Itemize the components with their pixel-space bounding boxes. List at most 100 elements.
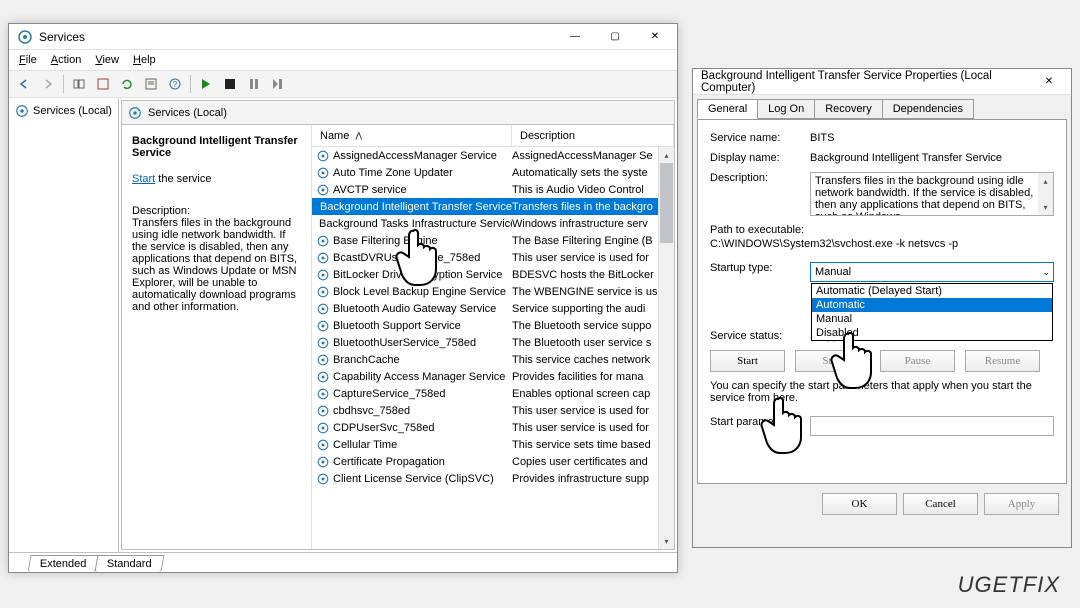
description-box[interactable]: Transfers files in the background using … — [810, 172, 1054, 216]
resume-button[interactable]: Resume — [965, 350, 1040, 372]
start-service-button[interactable] — [195, 73, 217, 95]
service-row[interactable]: AssignedAccessManager ServiceAssignedAcc… — [312, 147, 674, 164]
start-link[interactable]: Start — [132, 173, 155, 185]
gear-icon — [316, 302, 330, 316]
sort-icon: ⋀ — [355, 131, 362, 140]
service-row[interactable]: Bluetooth Audio Gateway Service Service s… — [312, 300, 674, 317]
minimize-button[interactable]: — — [555, 24, 595, 49]
service-row[interactable]: CDPUserSvc_758edThis user service is use… — [312, 419, 674, 436]
restart-service-button[interactable] — [267, 73, 289, 95]
gear-icon — [316, 421, 330, 435]
column-description[interactable]: Description — [512, 125, 674, 146]
dialog-close-button[interactable]: ✕ — [1029, 69, 1069, 94]
scroll-up-icon[interactable]: ▴ — [659, 147, 674, 163]
service-row[interactable]: cbdhsvc_758edThis user service is used f… — [312, 402, 674, 419]
service-row[interactable]: BluetoothUserService_758edThe Bluetooth … — [312, 334, 674, 351]
stop-button[interactable]: Stop — [795, 350, 870, 372]
path-value: C:\WINDOWS\System32\svchost.exe -k netsv… — [710, 238, 1054, 250]
column-name[interactable]: Name ⋀ — [312, 125, 512, 146]
gear-icon — [128, 106, 142, 120]
gear-icon — [316, 472, 330, 486]
service-row[interactable]: Base Filtering EngineThe Base Filtering … — [312, 232, 674, 249]
service-desc: Service supporting the audi — [512, 303, 674, 315]
tab-recovery[interactable]: Recovery — [814, 99, 882, 119]
services-icon — [17, 29, 33, 45]
help-button[interactable]: ? — [164, 73, 186, 95]
apply-button[interactable]: Apply — [984, 493, 1059, 515]
service-desc: The Bluetooth user service s — [512, 337, 674, 349]
gear-icon — [316, 268, 330, 282]
properties-dialog: Background Intelligent Transfer Service … — [692, 68, 1072, 548]
start-params-input[interactable] — [810, 416, 1054, 436]
service-row[interactable]: BitLocker Drive Encryption ServiceBDESVC… — [312, 266, 674, 283]
show-hide-button[interactable] — [68, 73, 90, 95]
gear-icon — [316, 387, 330, 401]
start-button[interactable]: Start — [710, 350, 785, 372]
service-name: Base Filtering Engine — [333, 235, 438, 247]
scroll-down-icon[interactable]: ▾ — [659, 533, 674, 549]
service-desc: The WBENGINE service is us — [512, 286, 674, 298]
service-row[interactable]: Client License Service (ClipSVC)Provides… — [312, 470, 674, 487]
tab-standard[interactable]: Standard — [95, 555, 165, 572]
export-button[interactable] — [92, 73, 114, 95]
pause-button[interactable]: Pause — [880, 350, 955, 372]
pane-header: Services (Local) — [122, 101, 674, 125]
maximize-button[interactable]: ▢ — [595, 24, 635, 49]
properties-button[interactable] — [140, 73, 162, 95]
service-name: CDPUserSvc_758ed — [333, 422, 435, 434]
refresh-button[interactable] — [116, 73, 138, 95]
option-disabled[interactable]: Disabled — [812, 326, 1052, 340]
service-desc: This service caches network — [512, 354, 674, 366]
service-row[interactable]: AVCTP serviceThis is Audio Video Control — [312, 181, 674, 198]
menu-file[interactable]: File — [13, 52, 43, 68]
gear-icon — [316, 319, 330, 333]
gear-icon — [316, 336, 330, 350]
service-row[interactable]: Auto Time Zone UpdaterAutomatically sets… — [312, 164, 674, 181]
service-desc: This user service is used for — [512, 405, 674, 417]
service-row[interactable]: Background Intelligent Transfer ServiceT… — [312, 198, 674, 215]
menu-help[interactable]: Help — [127, 52, 162, 68]
pause-service-button[interactable] — [243, 73, 265, 95]
close-button[interactable]: ✕ — [635, 24, 675, 49]
service-row[interactable]: Background Tasks Infrastructure ServiceW… — [312, 215, 674, 232]
ok-button[interactable]: OK — [822, 493, 897, 515]
menu-action[interactable]: Action — [45, 52, 88, 68]
tab-extended[interactable]: Extended — [28, 555, 99, 572]
service-row[interactable]: Bluetooth Support ServiceThe Bluetooth s… — [312, 317, 674, 334]
back-button[interactable] — [13, 73, 35, 95]
startup-type-combo[interactable]: Manual⌄ Automatic (Delayed Start) Automa… — [810, 262, 1054, 282]
tab-general[interactable]: General — [697, 99, 758, 119]
service-row[interactable]: Certificate PropagationCopies user certi… — [312, 453, 674, 470]
start-params-label: Start parameters: — [710, 416, 810, 436]
scroll-thumb[interactable] — [660, 163, 673, 243]
menu-view[interactable]: View — [89, 52, 125, 68]
forward-button[interactable] — [37, 73, 59, 95]
gear-icon — [316, 353, 330, 367]
service-row[interactable]: Cellular TimeThis service sets time base… — [312, 436, 674, 453]
option-manual[interactable]: Manual — [812, 312, 1052, 326]
service-row[interactable]: Capability Access Manager ServiceProvide… — [312, 368, 674, 385]
tab-logon[interactable]: Log On — [757, 99, 815, 119]
service-name: Bluetooth Audio Gateway Service — [333, 303, 496, 315]
gear-icon — [316, 166, 330, 180]
option-automatic-delayed[interactable]: Automatic (Delayed Start) — [812, 284, 1052, 298]
service-row[interactable]: Block Level Backup Engine ServiceThe WBE… — [312, 283, 674, 300]
service-desc: This is Audio Video Control — [512, 184, 674, 196]
titlebar: Services — ▢ ✕ — [9, 24, 677, 50]
stop-service-button[interactable] — [219, 73, 241, 95]
service-row[interactable]: BranchCacheThis service caches network — [312, 351, 674, 368]
tab-dependencies[interactable]: Dependencies — [882, 99, 974, 119]
service-name-value: BITS — [810, 132, 1054, 144]
desc-scrollbar[interactable]: ▴▾ — [1038, 173, 1053, 215]
option-automatic[interactable]: Automatic — [812, 298, 1052, 312]
description-label: Description: — [710, 172, 810, 216]
path-label: Path to executable: — [710, 224, 1054, 236]
service-desc: AssignedAccessManager Se — [512, 150, 674, 162]
service-row[interactable]: BcastDVRUserService_758edThis user servi… — [312, 249, 674, 266]
scrollbar[interactable]: ▴ ▾ — [658, 147, 674, 549]
service-row[interactable]: CaptureService_758edEnables optional scr… — [312, 385, 674, 402]
tree-services-local[interactable]: Services (Local) — [13, 102, 114, 120]
gear-icon — [316, 285, 330, 299]
cancel-button[interactable]: Cancel — [903, 493, 978, 515]
bottom-tabs: Extended Standard — [9, 552, 677, 572]
